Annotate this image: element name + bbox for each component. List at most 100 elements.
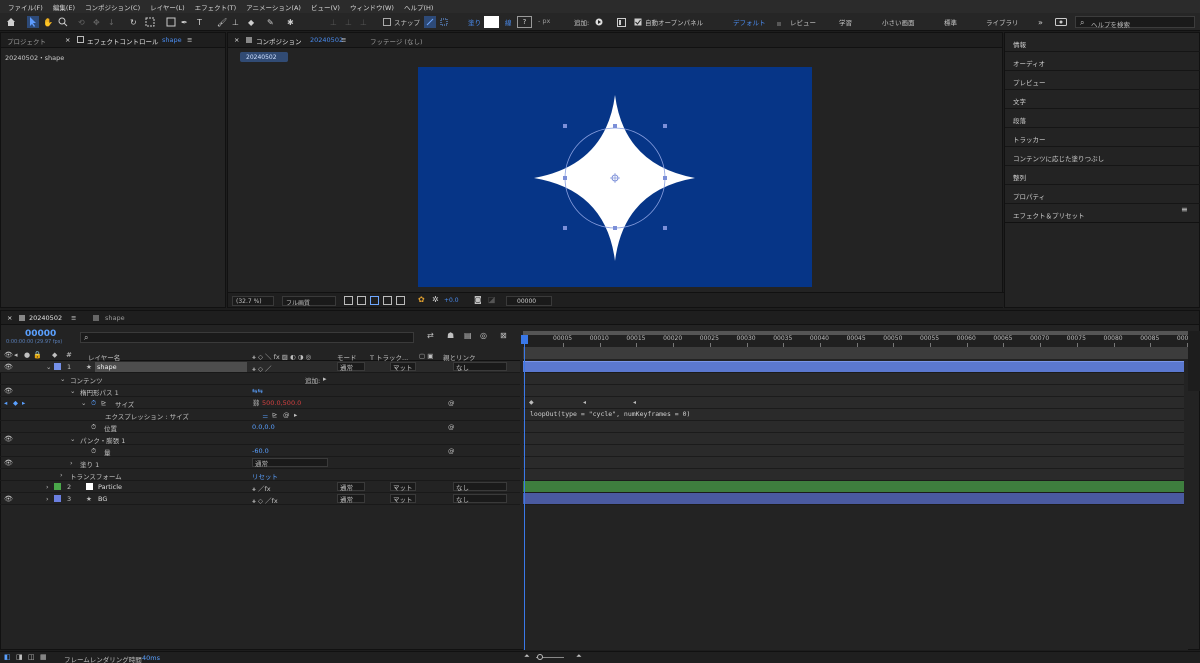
snap-checkbox[interactable] xyxy=(383,16,391,28)
close-icon[interactable]: × xyxy=(234,36,239,44)
keyframe-marker[interactable]: ◂ xyxy=(633,399,636,406)
close-icon[interactable]: × xyxy=(7,314,12,322)
pick-whip-icon[interactable]: @ xyxy=(448,399,455,407)
panel-preview[interactable]: プレビュー xyxy=(1005,71,1200,90)
layer-row-shape[interactable]: 👁 ⌄ 1 ★ shape ⚹ ◇ ／ 通常 ⌄ マット ⌄ なし xyxy=(0,361,520,373)
timeline-scrollbar[interactable] xyxy=(1188,331,1200,391)
tab-comp-20240502[interactable]: 20240502 xyxy=(29,314,62,322)
channel-icon[interactable] xyxy=(396,296,405,305)
zoom-out-icon[interactable]: ⏶ xyxy=(524,652,530,661)
menu-view[interactable]: ビュー(V) xyxy=(306,2,345,12)
eraser-tool-icon[interactable]: ◆ xyxy=(248,16,254,28)
chevron-down-icon[interactable]: ⌄ xyxy=(60,375,65,383)
panel-icon[interactable] xyxy=(616,16,626,28)
hand-tool-icon[interactable]: ✋ xyxy=(43,16,53,28)
expression-menu-icon[interactable]: ▸ xyxy=(294,411,297,419)
anchor-tool-icon[interactable] xyxy=(145,16,155,28)
layer-name[interactable]: BG xyxy=(98,495,107,503)
panel-content-aware-fill[interactable]: コンテンツに応じた塗りつぶし xyxy=(1005,147,1200,166)
eye-icon[interactable]: 👁 xyxy=(4,435,13,443)
expression-toggle-icon[interactable]: ＝ xyxy=(262,411,269,421)
eye-icon[interactable]: 👁 xyxy=(4,387,13,395)
reset-link[interactable]: リセット xyxy=(252,471,278,481)
label-color-swatch[interactable] xyxy=(54,483,61,490)
comp-breadcrumb[interactable]: 20240502 xyxy=(240,52,288,62)
lock-icon[interactable] xyxy=(77,36,84,43)
timeline-search-input[interactable]: ⌕ xyxy=(80,332,414,343)
workspace-standard[interactable]: 標準 xyxy=(944,17,957,27)
eye-icon[interactable]: 👁 xyxy=(4,363,13,371)
home-icon[interactable] xyxy=(6,16,16,28)
playhead-handle[interactable] xyxy=(521,335,528,344)
frame-blending-icon[interactable]: ▤ xyxy=(464,331,472,340)
work-area-track[interactable] xyxy=(523,347,1188,359)
menu-edit[interactable]: 編集(E) xyxy=(48,2,80,12)
mode-select[interactable]: 通常 ⌄ xyxy=(337,362,365,372)
chevron-right-icon[interactable]: › xyxy=(46,495,49,503)
more-workspaces-icon[interactable]: » xyxy=(1038,16,1043,28)
render-time-icon[interactable]: ▦ xyxy=(40,653,47,661)
eye-icon[interactable]: 👁 xyxy=(4,351,13,359)
local-axis-icon[interactable]: ⊥ xyxy=(330,16,337,28)
tab-project[interactable]: プロジェクト xyxy=(7,36,46,46)
color-management-icon[interactable]: ✿ xyxy=(418,295,425,304)
composition-canvas[interactable] xyxy=(418,67,812,287)
workspace-menu-icon[interactable] xyxy=(777,20,781,26)
position-value[interactable]: 0.0,0.0 xyxy=(252,423,275,431)
layer-switches-icon[interactable]: ◧ xyxy=(4,653,11,661)
property-transform[interactable]: › トランスフォーム リセット xyxy=(0,469,520,481)
menu-file[interactable]: ファイル(F) xyxy=(3,2,48,12)
pick-whip-icon[interactable]: @ xyxy=(448,447,455,455)
track-bar-particle[interactable] xyxy=(523,481,1184,493)
pick-whip-icon[interactable]: @ xyxy=(283,411,290,419)
fill-mode-select[interactable]: 通常 xyxy=(252,458,328,468)
tab-effect-controls[interactable]: エフェクトコントロール xyxy=(87,36,159,46)
workspace-default[interactable]: デフォルト xyxy=(733,17,766,27)
audio-icon[interactable]: ◂ xyxy=(14,351,18,359)
stroke-swatch[interactable]: ? xyxy=(517,16,532,28)
track-matte-select[interactable]: マット ⌄ xyxy=(390,362,416,372)
panel-menu-icon[interactable]: ≡ xyxy=(187,36,192,44)
current-time-field[interactable]: 00000 xyxy=(506,296,552,306)
panel-menu-icon[interactable]: ≡ xyxy=(1181,205,1188,214)
panel-menu-icon[interactable]: ≡ xyxy=(71,314,76,322)
panel-align[interactable]: 整列 xyxy=(1005,166,1200,185)
stopwatch-icon[interactable]: ⏱ xyxy=(91,423,96,432)
mask-visibility-icon[interactable] xyxy=(370,296,379,305)
pick-whip-icon[interactable]: @ xyxy=(448,423,455,431)
mode-select[interactable]: 通常 ⌄ xyxy=(337,494,365,504)
menu-layer[interactable]: レイヤー(L) xyxy=(145,2,190,12)
puppet-tool-icon[interactable]: ✱ xyxy=(287,16,294,28)
transparency-grid-icon[interactable] xyxy=(357,296,366,305)
chevron-down-icon[interactable]: ⌄ xyxy=(46,363,51,371)
shape-layer-graphic[interactable] xyxy=(418,67,812,287)
parent-select[interactable]: なし xyxy=(453,482,507,492)
path-direction-icon[interactable]: ⇆⇆ xyxy=(252,387,263,395)
add-menu-icon[interactable]: ▸ xyxy=(323,375,327,383)
playhead[interactable] xyxy=(524,335,525,650)
panel-tracker[interactable]: トラッカー xyxy=(1005,128,1200,147)
add-menu-icon[interactable] xyxy=(595,16,603,28)
label-color-swatch[interactable] xyxy=(54,495,61,502)
keyframe-add-icon[interactable]: ◆ xyxy=(13,399,18,407)
panel-info[interactable]: 情報 xyxy=(1005,33,1200,52)
show-snapshot-icon[interactable]: ◪ xyxy=(488,295,496,304)
chevron-right-icon[interactable]: › xyxy=(46,483,49,491)
layer-row-bg[interactable]: 👁 › 3 ★ BG ⚹ ◇ ／fx 通常 ⌄ マット ⌄ なし xyxy=(0,493,520,505)
track-bar-shape[interactable] xyxy=(523,361,1184,373)
clone-stamp-icon[interactable]: ⊥ xyxy=(232,16,239,28)
chevron-down-icon[interactable]: ⌄ xyxy=(70,387,75,395)
property-amount[interactable]: ⏱ 量 -60.0 @ xyxy=(0,445,520,457)
pen-tool-icon[interactable]: ✒ xyxy=(181,16,188,28)
parent-select[interactable]: なし xyxy=(453,362,507,372)
property-expression[interactable]: エクスプレッション : サイズ ＝ ⊵ @ ▸ xyxy=(0,409,520,421)
eye-icon[interactable]: 👁 xyxy=(4,495,13,503)
property-contents[interactable]: ⌄ コンテンツ 追加: ▸ xyxy=(0,373,520,385)
panel-audio[interactable]: オーディオ xyxy=(1005,52,1200,71)
brush-tool-icon[interactable]: 🖌 xyxy=(217,16,227,28)
tab-composition[interactable]: コンポジション xyxy=(256,36,302,46)
eye-icon[interactable]: 👁 xyxy=(4,459,13,467)
panel-paragraph[interactable]: 段落 xyxy=(1005,109,1200,128)
text-tool-icon[interactable]: T xyxy=(197,16,202,28)
workspace-learn[interactable]: 学習 xyxy=(839,17,852,27)
